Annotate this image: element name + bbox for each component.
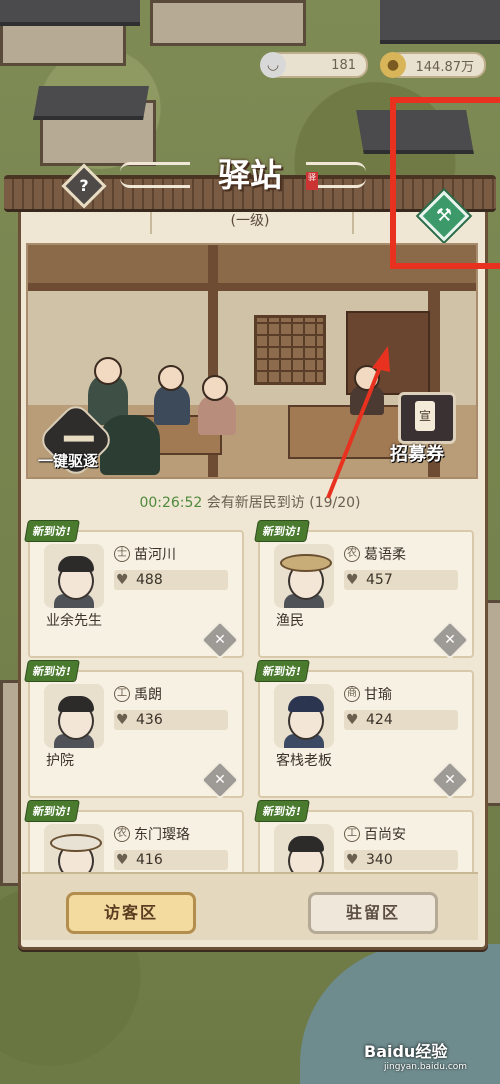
watermark-brand: Baidu经验: [364, 1042, 448, 1061]
watermark-url: jingyan.baidu.com: [384, 1062, 468, 1072]
annotation-arrow: [326, 346, 390, 499]
